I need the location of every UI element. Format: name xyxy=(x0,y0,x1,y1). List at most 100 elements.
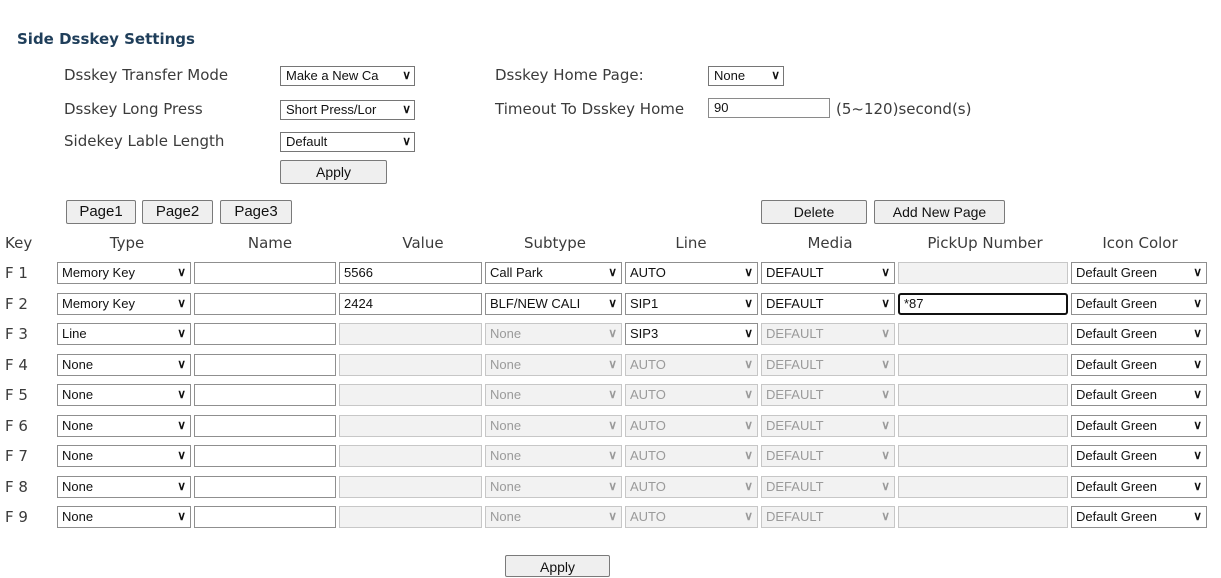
cell-line-select[interactable]: SIP1 ∨ xyxy=(625,293,758,315)
add-new-page-button[interactable]: Add New Page xyxy=(874,200,1005,224)
row-key: F 9 xyxy=(5,508,28,526)
long-press-select[interactable]: Short Press/Lor ∨ xyxy=(280,100,415,120)
cell-color-select[interactable]: Default Green ∨ xyxy=(1071,354,1207,376)
cell-value-input xyxy=(339,476,482,498)
cell-name-input[interactable] xyxy=(194,384,336,406)
cell-color-select[interactable]: Default Green ∨ xyxy=(1071,293,1207,315)
color-value: Default Green xyxy=(1076,357,1157,372)
cell-name-input[interactable] xyxy=(194,293,336,315)
cell-pickup-input xyxy=(898,476,1068,498)
home-page-select[interactable]: None ∨ xyxy=(708,66,784,86)
line-value: AUTO xyxy=(630,265,666,280)
timeout-range: (5~120)second(s) xyxy=(836,100,972,118)
type-value: Line xyxy=(62,326,87,341)
header-media: Media xyxy=(807,234,853,252)
chevron-down-icon: ∨ xyxy=(1193,448,1202,462)
color-value: Default Green xyxy=(1076,265,1157,280)
chevron-down-icon: ∨ xyxy=(881,448,890,462)
cell-type-select[interactable]: None ∨ xyxy=(57,384,191,406)
long-press-value: Short Press/Lor xyxy=(286,102,377,117)
transfer-mode-label: Dsskey Transfer Mode xyxy=(64,66,229,84)
cell-name-input[interactable] xyxy=(194,415,336,437)
media-value: DEFAULT xyxy=(766,387,824,402)
cell-name-input[interactable] xyxy=(194,262,336,284)
chevron-down-icon: ∨ xyxy=(608,296,617,310)
apply-button-bottom[interactable]: Apply xyxy=(505,555,610,577)
cell-subtype-select[interactable]: Call Park ∨ xyxy=(485,262,622,284)
media-value: DEFAULT xyxy=(766,418,824,433)
cell-color-select[interactable]: Default Green ∨ xyxy=(1071,262,1207,284)
type-value: None xyxy=(62,387,94,402)
cell-value-input[interactable]: 5566 xyxy=(339,262,482,284)
row-key: F 7 xyxy=(5,447,28,465)
cell-line-select: AUTO ∨ xyxy=(625,415,758,437)
cell-line-select[interactable]: SIP3 ∨ xyxy=(625,323,758,345)
chevron-down-icon: ∨ xyxy=(744,296,753,310)
row-key: F 4 xyxy=(5,356,28,374)
cell-pickup-input[interactable]: *87 xyxy=(898,293,1068,315)
cell-value-input[interactable]: 2424 xyxy=(339,293,482,315)
cell-media-select[interactable]: DEFAULT ∨ xyxy=(761,293,895,315)
chevron-down-icon: ∨ xyxy=(1193,509,1202,523)
chevron-down-icon: ∨ xyxy=(744,357,753,371)
cell-name-input[interactable] xyxy=(194,323,336,345)
page3-button[interactable]: Page3 xyxy=(220,200,292,224)
chevron-down-icon: ∨ xyxy=(881,296,890,310)
cell-pickup-input xyxy=(898,445,1068,467)
chevron-down-icon: ∨ xyxy=(402,134,411,148)
header-line: Line xyxy=(675,234,707,252)
type-value: None xyxy=(62,448,94,463)
chevron-down-icon: ∨ xyxy=(881,387,890,401)
cell-value-input xyxy=(339,415,482,437)
cell-type-select[interactable]: None ∨ xyxy=(57,445,191,467)
apply-button-top[interactable]: Apply xyxy=(280,160,387,184)
cell-type-select[interactable]: None ∨ xyxy=(57,354,191,376)
subtype-value: None xyxy=(490,479,522,494)
cell-name-input[interactable] xyxy=(194,476,336,498)
cell-type-select[interactable]: None ∨ xyxy=(57,415,191,437)
cell-name-input[interactable] xyxy=(194,445,336,467)
lable-length-select[interactable]: Default ∨ xyxy=(280,132,415,152)
cell-line-select: AUTO ∨ xyxy=(625,354,758,376)
chevron-down-icon: ∨ xyxy=(744,387,753,401)
cell-type-select[interactable]: Memory Key ∨ xyxy=(57,262,191,284)
timeout-label: Timeout To Dsskey Home xyxy=(495,100,685,118)
cell-color-select[interactable]: Default Green ∨ xyxy=(1071,323,1207,345)
cell-color-select[interactable]: Default Green ∨ xyxy=(1071,415,1207,437)
cell-subtype-select: None ∨ xyxy=(485,445,622,467)
cell-type-select[interactable]: Line ∨ xyxy=(57,323,191,345)
cell-value-input xyxy=(339,445,482,467)
transfer-mode-select[interactable]: Make a New Ca ∨ xyxy=(280,66,415,86)
cell-color-select[interactable]: Default Green ∨ xyxy=(1071,506,1207,528)
type-value: Memory Key xyxy=(62,296,135,311)
section-title: Side Dsskey Settings xyxy=(17,30,195,48)
cell-subtype-select: None ∨ xyxy=(485,323,622,345)
cell-color-select[interactable]: Default Green ∨ xyxy=(1071,384,1207,406)
chevron-down-icon: ∨ xyxy=(744,418,753,432)
cell-type-select[interactable]: None ∨ xyxy=(57,476,191,498)
chevron-down-icon: ∨ xyxy=(744,265,753,279)
timeout-input[interactable]: 90 xyxy=(708,98,830,118)
color-value: Default Green xyxy=(1076,448,1157,463)
page2-button[interactable]: Page2 xyxy=(142,200,213,224)
cell-name-input[interactable] xyxy=(194,354,336,376)
cell-type-select[interactable]: Memory Key ∨ xyxy=(57,293,191,315)
lable-length-label: Sidekey Lable Length xyxy=(64,132,225,150)
cell-color-select[interactable]: Default Green ∨ xyxy=(1071,476,1207,498)
chevron-down-icon: ∨ xyxy=(608,479,617,493)
cell-line-select[interactable]: AUTO ∨ xyxy=(625,262,758,284)
cell-value-input xyxy=(339,506,482,528)
cell-line-select: AUTO ∨ xyxy=(625,445,758,467)
chevron-down-icon: ∨ xyxy=(744,509,753,523)
page1-button[interactable]: Page1 xyxy=(66,200,136,224)
cell-media-select[interactable]: DEFAULT ∨ xyxy=(761,262,895,284)
cell-color-select[interactable]: Default Green ∨ xyxy=(1071,445,1207,467)
cell-name-input[interactable] xyxy=(194,506,336,528)
delete-page-button[interactable]: Delete xyxy=(761,200,867,224)
chevron-down-icon: ∨ xyxy=(881,326,890,340)
cell-type-select[interactable]: None ∨ xyxy=(57,506,191,528)
chevron-down-icon: ∨ xyxy=(744,326,753,340)
long-press-label: Dsskey Long Press xyxy=(64,100,203,118)
cell-subtype-select: None ∨ xyxy=(485,415,622,437)
cell-subtype-select[interactable]: BLF/NEW CALI ∨ xyxy=(485,293,622,315)
